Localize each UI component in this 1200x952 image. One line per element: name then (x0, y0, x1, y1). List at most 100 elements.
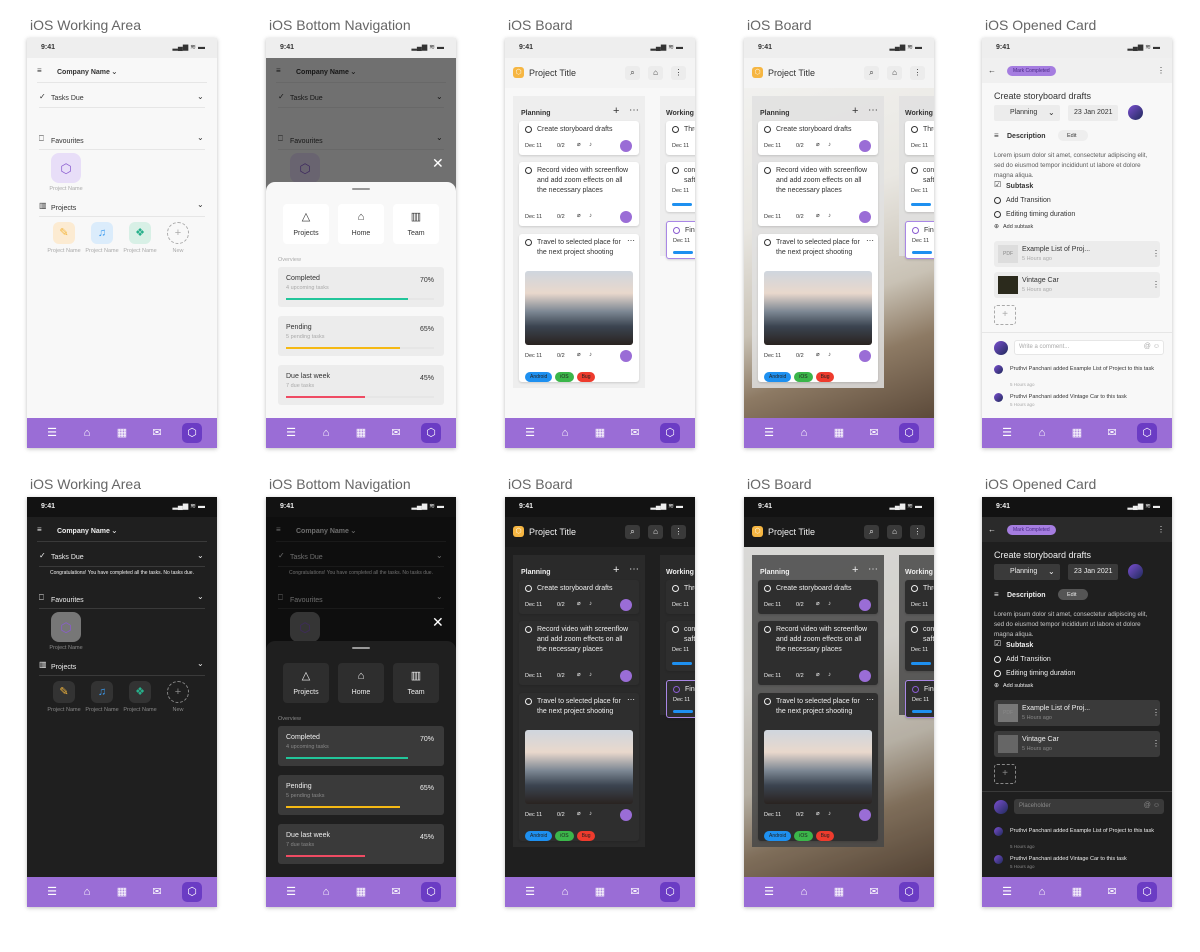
chevron-down-icon[interactable]: ⌄ (111, 527, 118, 535)
chevron-down-icon[interactable]: ⌄ (197, 593, 204, 601)
task-card[interactable]: Finis Dec 11 (905, 221, 934, 259)
search-icon-button[interactable]: ⌕ (625, 525, 640, 539)
tile-home[interactable]: ⌂ Home (338, 204, 384, 244)
add-card-button[interactable]: + (613, 565, 619, 576)
menu-icon[interactable]: ☰ (997, 423, 1017, 443)
home-icon[interactable]: ⌂ (555, 423, 575, 443)
assignee-avatar[interactable] (859, 211, 871, 223)
tile-team[interactable]: ▥ Team (393, 663, 439, 703)
subtask-item[interactable]: Editing timing duration (1006, 211, 1075, 218)
task-card[interactable]: con saft Dec 11 (666, 162, 695, 212)
calendar-icon[interactable]: ▦ (112, 882, 132, 902)
date-field[interactable]: 23 Jan 2021 (1068, 564, 1118, 580)
company-name-dropdown[interactable]: Company Name (57, 528, 110, 535)
cube-icon[interactable]: ⬡ (660, 882, 680, 902)
menu-icon[interactable]: ☰ (997, 882, 1017, 902)
task-checkbox[interactable] (525, 698, 532, 705)
task-checkbox[interactable] (764, 626, 771, 633)
assignee-avatar[interactable] (620, 140, 632, 152)
task-checkbox[interactable] (911, 585, 918, 592)
projects-header[interactable]: Projects (51, 664, 76, 671)
attachment-item[interactable]: PDF Example List of Proj... 5 Hours ago ⋮ (994, 241, 1160, 267)
task-checkbox[interactable] (672, 585, 679, 592)
assignee-avatar[interactable] (859, 809, 871, 821)
task-checkbox[interactable] (912, 227, 919, 234)
chevron-down-icon[interactable]: ⌄ (111, 68, 118, 76)
task-card[interactable]: Create storyboard drafts Dec 11 0/2 ⌀ ♪ (519, 121, 639, 155)
task-checkbox[interactable] (672, 126, 679, 133)
comment-input[interactable]: Write a comment... @ ☺ (1014, 340, 1164, 355)
assignee-avatar[interactable] (620, 211, 632, 223)
new-project-button[interactable]: + (167, 681, 189, 703)
column-more-button[interactable]: ⋯ (868, 565, 878, 575)
mail-icon[interactable]: ✉ (625, 882, 645, 902)
chevron-down-icon[interactable]: ⌄ (197, 201, 204, 209)
assignee-avatar[interactable] (620, 599, 632, 611)
cube-icon[interactable]: ⬡ (421, 423, 441, 443)
menu-icon[interactable]: ☰ (42, 882, 62, 902)
project-label[interactable]: Project Name (85, 248, 119, 254)
assignee-avatar[interactable] (859, 140, 871, 152)
more-icon-button[interactable]: ⋮ (910, 66, 925, 80)
tile-team[interactable]: ▥ Team (393, 204, 439, 244)
tag-ios[interactable]: iOS (794, 372, 813, 382)
tile-projects[interactable]: △ Projects (283, 204, 329, 244)
cube-icon[interactable]: ⬡ (1137, 882, 1157, 902)
subtask-checkbox[interactable] (994, 197, 1001, 204)
task-card[interactable]: Finis Dec 11 (905, 680, 934, 718)
task-card[interactable]: Create storyboard drafts Dec 11 0/2 ⌀ ♪ (758, 580, 878, 614)
task-card[interactable]: Thro Dec 11 (666, 121, 695, 155)
search-icon-button[interactable]: ⌕ (625, 66, 640, 80)
assignee-avatar[interactable] (859, 670, 871, 682)
new-project-button[interactable]: + (167, 222, 189, 244)
new-project-label[interactable]: New (162, 248, 194, 254)
add-subtask-button[interactable]: Add subtask (1003, 224, 1033, 230)
task-card[interactable]: Create storyboard drafts Dec 11 0/2 ⌀ ♪ (758, 121, 878, 155)
more-icon-button[interactable]: ⋮ (671, 525, 686, 539)
task-card[interactable]: Record video with screenflow and add zoo… (519, 621, 639, 685)
card-more-button[interactable]: ⋯ (866, 237, 874, 245)
task-card[interactable]: Record video with screenflow and add zoo… (519, 162, 639, 226)
home-icon-button[interactable]: ⌂ (648, 525, 663, 539)
task-checkbox[interactable] (911, 626, 918, 633)
project-label[interactable]: Project Name (85, 707, 119, 713)
task-card[interactable]: con saft Dec 11 (905, 621, 934, 671)
task-checkbox[interactable] (525, 239, 532, 246)
date-field[interactable]: 23 Jan 2021 (1068, 105, 1118, 121)
projects-header[interactable]: Projects (51, 205, 76, 212)
subtask-checkbox[interactable] (994, 211, 1001, 218)
more-icon-button[interactable]: ⋮ (910, 525, 925, 539)
card-more-button[interactable]: ⋯ (866, 696, 874, 704)
assignee-avatar[interactable] (1128, 105, 1143, 120)
menu-icon[interactable]: ☰ (42, 423, 62, 443)
add-attachment-button[interactable]: + (994, 305, 1016, 325)
favourite-project-label[interactable]: Project Name (47, 186, 85, 192)
more-icon[interactable]: ⋮ (1157, 67, 1165, 75)
music-icon[interactable]: ♫ (91, 681, 113, 703)
cube-icon[interactable]: ⬡ (421, 882, 441, 902)
home-icon[interactable]: ⌂ (1032, 423, 1052, 443)
home-icon[interactable]: ⌂ (316, 423, 336, 443)
tasks-due-header[interactable]: Tasks Due (51, 95, 84, 102)
mail-icon[interactable]: ✉ (625, 423, 645, 443)
mail-icon[interactable]: ✉ (864, 882, 884, 902)
back-arrow-icon[interactable]: ← (988, 67, 996, 75)
assignee-avatar[interactable] (859, 350, 871, 362)
task-card[interactable]: Travel to selected place for the next pr… (519, 234, 639, 382)
card-more-button[interactable]: ⋯ (627, 237, 635, 245)
attachment-item[interactable]: Vintage Car 5 Hours ago ⋮ (994, 731, 1160, 757)
more-icon[interactable]: ⋮ (1152, 709, 1160, 717)
favourites-header[interactable]: Favourites (51, 597, 84, 604)
feather-icon[interactable]: ✎ (53, 222, 75, 244)
task-card[interactable]: Finis Dec 11 (666, 221, 695, 259)
project-label[interactable]: Project Name (123, 248, 157, 254)
back-arrow-icon[interactable]: ← (988, 526, 996, 534)
project-label[interactable]: Project Name (47, 248, 81, 254)
music-icon[interactable]: ♫ (91, 222, 113, 244)
tag-ios[interactable]: iOS (555, 831, 574, 841)
mail-icon[interactable]: ✉ (386, 423, 406, 443)
tag-android[interactable]: Android (764, 372, 792, 382)
more-icon[interactable]: ⋮ (1157, 526, 1165, 534)
assignee-avatar[interactable] (1128, 564, 1143, 579)
task-checkbox[interactable] (525, 167, 532, 174)
